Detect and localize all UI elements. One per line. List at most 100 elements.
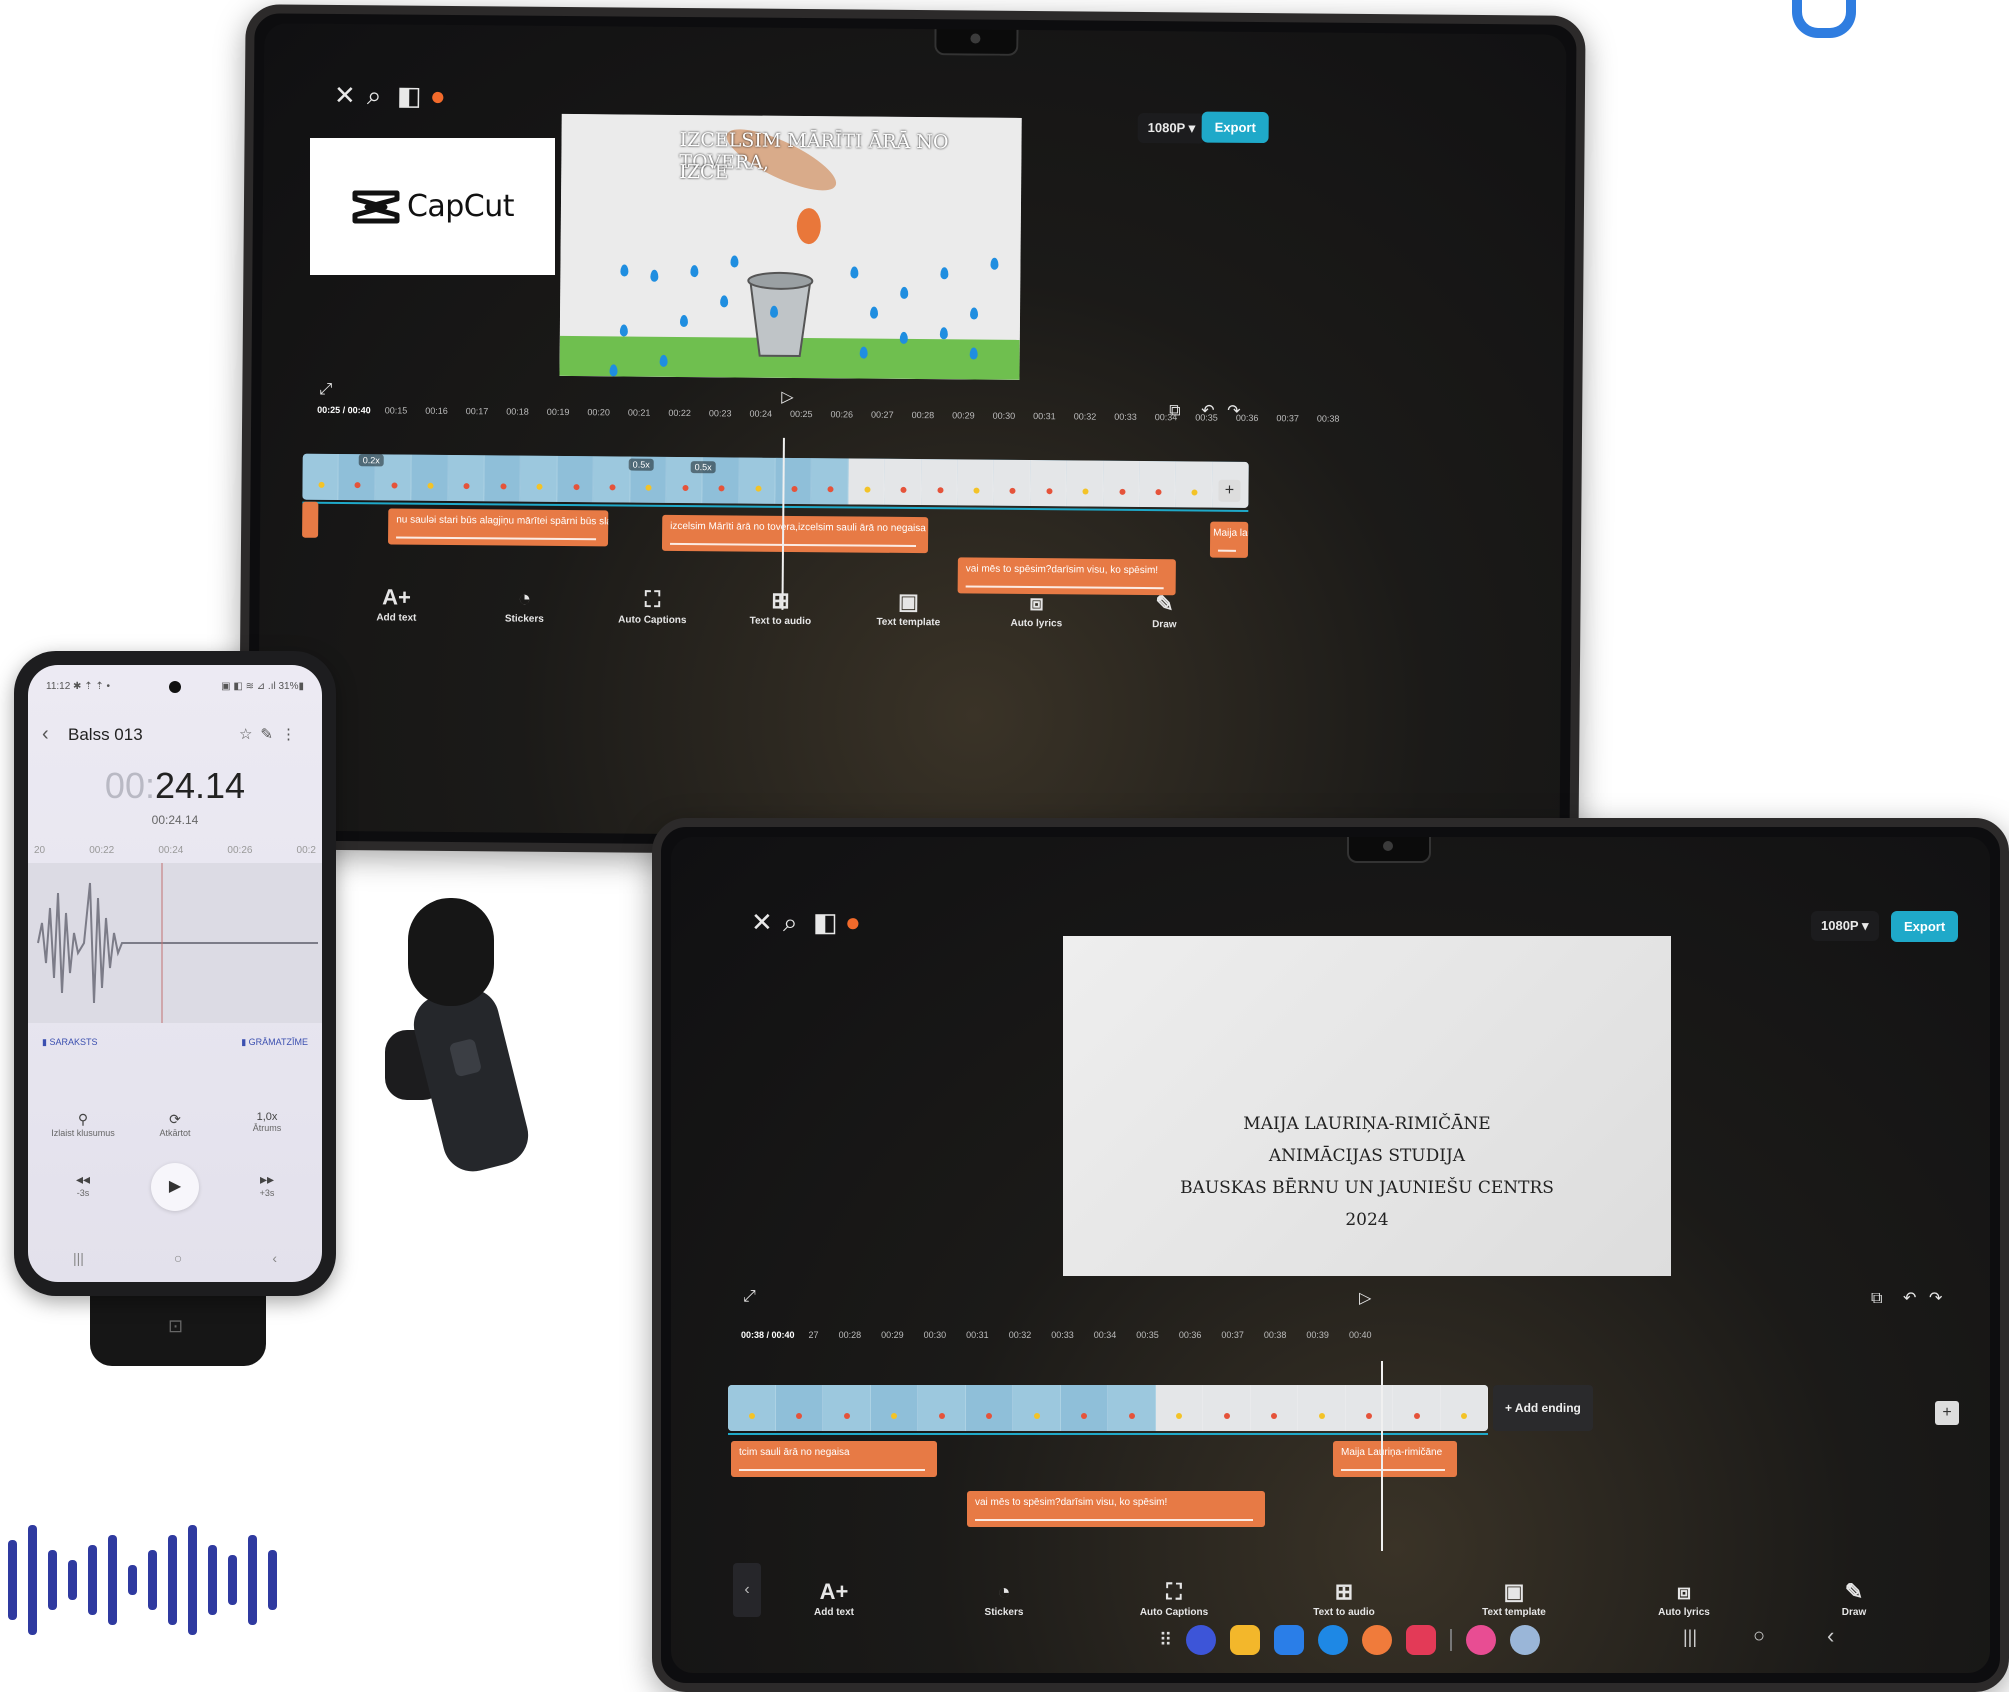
tool-text-template[interactable]: ▣ Text template [1469, 1579, 1559, 1618]
tool-add-text[interactable]: A+ Add text [789, 1579, 879, 1618]
video-frame-thumbnail [1345, 1385, 1393, 1431]
resolution-dropdown[interactable]: 1080P ▾ [1137, 112, 1206, 144]
tool-draw[interactable]: ✎ Draw [1119, 591, 1209, 631]
play-icon[interactable]: ▷ [781, 389, 793, 406]
resolution-dropdown[interactable]: 1080P ▾ [1811, 911, 1879, 941]
ladybug-mark [1118, 488, 1126, 495]
tool-stickers[interactable]: ◔ Stickers [479, 585, 569, 625]
dock-app-icon[interactable] [1510, 1625, 1541, 1655]
tool-label: Text template [1482, 1607, 1546, 1618]
play-button[interactable]: ▶ [151, 1163, 199, 1211]
caption-text-top[interactable]: IZCELSIM MĀRĪTI ĀRĀ NO TOVERA, [679, 129, 1021, 176]
tool-add-text[interactable]: A+ Add text [351, 584, 441, 624]
text-clip-2[interactable]: izcelsim Mārīti ārā no tovera,izcelsim s… [661, 514, 929, 554]
bookmark-label[interactable]: ▮ GRĀMATZĪME [241, 1037, 308, 1048]
video-frame-thumbnail [593, 456, 631, 503]
tool-auto-captions[interactable]: ⛶ Auto Captions [607, 586, 697, 626]
video-frame-thumbnail [1250, 1385, 1298, 1431]
text-clip-4[interactable]: Maija lau [1209, 521, 1249, 558]
auto-captions-icon: ⛶ [1166, 1579, 1182, 1604]
dock-app-icon[interactable] [1318, 1625, 1349, 1655]
add-clip-button[interactable]: + [1935, 1401, 1959, 1425]
tool-draw[interactable]: ✎ Draw [1809, 1579, 1899, 1618]
apps-grid-icon[interactable]: ⠿ [1159, 1630, 1172, 1651]
forward-button[interactable]: ▸▸ +3s [232, 1171, 302, 1198]
flame-icon[interactable]: ● [845, 909, 861, 935]
layout-icon[interactable]: ◧ [397, 80, 422, 110]
repeat-icon: ⟳ [169, 1111, 181, 1127]
dock-app-icon[interactable] [1274, 1625, 1305, 1655]
play-icon[interactable]: ▷ [1359, 1291, 1371, 1307]
list-label[interactable]: ▮ SARAKSTS [42, 1037, 97, 1048]
frame-row [302, 453, 1249, 508]
text-clip-3[interactable]: Maija Lauriņa-rimičāne [1333, 1441, 1457, 1477]
star-edit-more-icons[interactable]: ☆✎⋮ [239, 725, 304, 743]
close-icon[interactable]: ✕ [751, 909, 773, 935]
home-nav-icon[interactable]: ○ [1753, 1625, 1765, 1648]
text-clip-1[interactable]: tcim sauli ārā no negaisa [731, 1441, 937, 1477]
tool-stickers[interactable]: ◔ Stickers [959, 1579, 1049, 1618]
collapse-toolbar-button[interactable]: ‹ [733, 1563, 761, 1617]
phone: 11:12 ✱ ⇡ ⇡ • ▣ ◧ ≋ ⊿ .ıl 31%▮ ‹ Balss 0… [14, 651, 336, 1296]
search-icon[interactable]: ⌕ [783, 909, 798, 935]
tool-auto-lyrics[interactable]: ⧈ Auto lyrics [991, 590, 1081, 630]
tool-auto-lyrics[interactable]: ⧈ Auto lyrics [1639, 1579, 1729, 1618]
recents-nav-icon[interactable]: ||| [1683, 1627, 1697, 1648]
search-icon[interactable]: ⌕ [367, 80, 382, 110]
rewind-button[interactable]: ◂◂ -3s [48, 1171, 118, 1198]
ladybug-mark [973, 487, 980, 494]
ruler-tick-label: 00:33 [1051, 1330, 1074, 1340]
dock-app-icon[interactable] [1406, 1625, 1437, 1655]
dock-app-icon[interactable] [1362, 1625, 1393, 1655]
tool-text-to-audio[interactable]: ⊞ Text to audio [735, 587, 825, 627]
video-preview[interactable]: MAIJA LAURIŅA-RIMIČĀNE ANIMĀCIJAS STUDIJ… [1063, 936, 1671, 1276]
timeline-ruler[interactable]: 00:38 / 00:40 27 00:28 00:29 00:30 00:31 00:3… [741, 1327, 1561, 1343]
layout-icon[interactable]: ◧ [813, 909, 838, 935]
keyframe-icon[interactable]: ⧉ [1871, 1291, 1882, 1307]
back-icon[interactable]: ‹ [42, 723, 49, 746]
draw-icon: ✎ [1155, 591, 1174, 617]
video-track[interactable] [302, 453, 1249, 508]
dock-app-icon[interactable] [1230, 1625, 1261, 1655]
ladybug-mark [500, 483, 507, 490]
home-nav-icon[interactable]: ○ [174, 1250, 182, 1266]
caption-text-bottom[interactable]: IZCE [679, 161, 728, 183]
fullscreen-icon[interactable]: ⤢ [743, 1289, 756, 1305]
audio-bar [128, 1565, 137, 1595]
fullscreen-icon[interactable]: ⤢ [319, 381, 332, 398]
back-nav-icon[interactable]: ‹ [272, 1250, 277, 1266]
repeat-control[interactable]: ⟳ Atkārtot [140, 1111, 210, 1138]
ruler-tick-label: 00:28 [838, 1330, 862, 1340]
ruler-tick-label: 00:35 [1195, 412, 1218, 423]
close-icon[interactable]: ✕ [334, 80, 356, 110]
text-clip-2[interactable]: vai mēs to spēsim?darīsim visu, ko spēsi… [967, 1491, 1265, 1527]
raindrop [619, 324, 628, 337]
text-clip-edge[interactable] [302, 501, 319, 538]
rewind-icon: ◂◂ [75, 1171, 91, 1187]
video-track[interactable] [728, 1385, 1488, 1431]
speed-control[interactable]: 1,0x Ātrums [232, 1111, 302, 1133]
flame-icon[interactable]: ● [430, 81, 446, 111]
back-nav-icon[interactable]: ‹ [1827, 1623, 1834, 1649]
add-ending-button[interactable]: + Add ending [1493, 1385, 1593, 1431]
ruler-tick-label: 00:27 [871, 409, 894, 420]
ladybug-mark [1191, 489, 1198, 496]
ladybug-mark [573, 483, 580, 490]
dock-app-icon[interactable] [1466, 1625, 1497, 1655]
waveform[interactable] [28, 863, 322, 1023]
add-clip-button[interactable]: + [1218, 479, 1241, 502]
playhead[interactable] [1381, 1361, 1383, 1551]
text-clip-1[interactable]: nu sauləi stari būs alagjiņu mārītei spā… [388, 508, 609, 547]
recents-nav-icon[interactable]: ||| [73, 1250, 84, 1266]
redo-icon[interactable]: ↷ [1929, 1291, 1942, 1307]
tool-text-template[interactable]: ▣ Text template [863, 589, 953, 629]
dock-app-icon[interactable] [1186, 1625, 1217, 1655]
tool-auto-captions[interactable]: ⛶ Auto Captions [1129, 1579, 1219, 1618]
timeline-ruler[interactable]: 00:25 / 00:40 00:15 00:16 00:17 00:18 00:19 0… [317, 402, 1339, 426]
export-button[interactable]: Export [1891, 911, 1959, 942]
tool-text-to-audio[interactable]: ⊞ Text to audio [1299, 1579, 1389, 1618]
undo-icon[interactable]: ↶ [1903, 1291, 1916, 1307]
export-button[interactable]: Export [1201, 111, 1269, 144]
skip-silence-control[interactable]: ⚲ Izlaist klusumus [48, 1111, 118, 1138]
video-preview[interactable]: IZCELSIM MĀRĪTI ĀRĀ NO TOVERA, IZCE [559, 113, 1022, 380]
